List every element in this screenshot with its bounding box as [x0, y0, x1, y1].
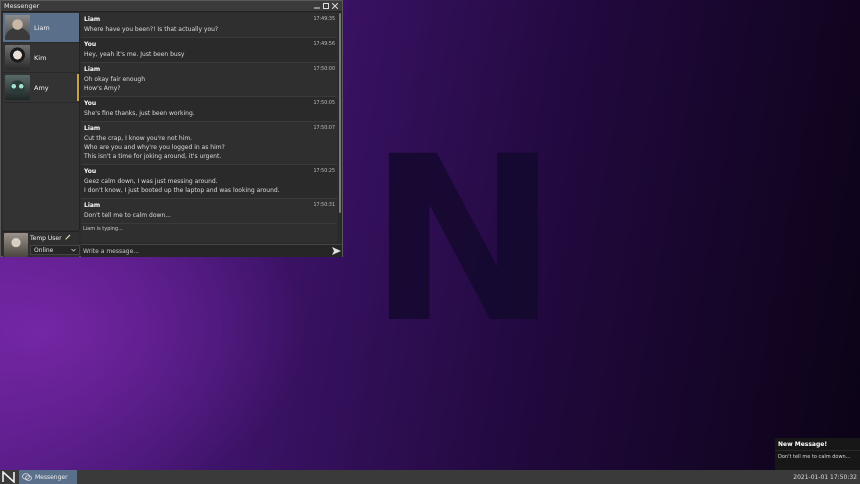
message-time: 17:50:31 [313, 203, 335, 208]
message-sender: You [84, 168, 97, 175]
message-text: Hey, yeah it's me. Just been busy [84, 51, 185, 58]
minimize-icon [313, 7, 320, 9]
minimize-button[interactable] [312, 2, 321, 11]
close-button[interactable] [330, 2, 339, 11]
chat-message: Liam 17:50:00 Oh okay fair enough How's Amy… [81, 63, 337, 97]
status-select[interactable]: Online [30, 245, 80, 255]
message-sender: You [84, 100, 97, 107]
close-icon [331, 3, 338, 9]
send-icon [331, 247, 341, 255]
maximize-button[interactable] [321, 2, 330, 11]
taskbar-clock: 2021-01-01 17:50:32 [793, 473, 857, 481]
chat-bubble-icon [22, 473, 32, 481]
contact-item-amy[interactable]: Amy [3, 73, 79, 103]
message-sender: Liam [84, 16, 101, 23]
message-time: 17:50:05 [313, 101, 335, 106]
taskbar: Messenger 2021-01-01 17:50:32 [0, 470, 860, 484]
chat-message: Liam 17:50:07 Cut the crap, I know you're … [81, 122, 337, 165]
message-text: Who are you and why're you logged in as … [84, 144, 225, 151]
chat-message: You 17:50:05 She's fine thanks, just been … [81, 97, 337, 122]
chat-history[interactable]: Liam 17:49:35 Where have you been?! Is tha… [81, 13, 337, 242]
notification-body: Don't tell me to calm down... [775, 450, 860, 463]
taskbar-item-label: Messenger [35, 473, 68, 481]
avatar-amy [5, 75, 30, 100]
avatar-liam [5, 15, 30, 40]
start-button[interactable] [0, 470, 17, 484]
message-sender: Liam [84, 66, 101, 73]
message-sender: Liam [84, 125, 101, 132]
n-logo-icon [2, 471, 15, 483]
contact-list: Liam Kim Amy [3, 13, 80, 230]
message-text: Don't tell me to calm down... [84, 212, 171, 219]
message-text: This isn't a time for joking around, it'… [84, 153, 222, 160]
contact-item-kim[interactable]: Kim [3, 43, 79, 73]
edit-name-button[interactable] [64, 234, 71, 242]
message-time: 17:49:35 [313, 17, 335, 22]
message-time: 17:50:00 [313, 67, 335, 72]
chat-message: Liam 17:49:35 Where have you been?! Is tha… [81, 13, 337, 38]
send-button[interactable] [330, 245, 342, 257]
avatar-kim [5, 45, 30, 70]
chat-message: You 17:50:25 Geez calm down, I was just me… [81, 165, 337, 199]
pencil-icon [64, 234, 71, 240]
contact-item-liam[interactable]: Liam [3, 13, 79, 43]
typing-indicator: Liam is typing... [83, 226, 123, 232]
scrollbar-thumb[interactable] [339, 13, 341, 213]
message-text: Oh okay fair enough [84, 76, 146, 83]
message-sender: Liam [84, 202, 101, 209]
chat-message: You 17:49:56 Hey, yeah it's me. Just been … [81, 38, 337, 63]
current-user-panel: Temp User Online [3, 231, 80, 257]
message-time: 17:49:56 [313, 42, 335, 47]
message-text: I don't know, I just booted up the lapto… [84, 187, 280, 194]
message-text: Cut the crap, I know you're not him. [84, 135, 193, 142]
message-sender: You [84, 41, 97, 48]
contact-name: Amy [34, 83, 49, 92]
messenger-window: Messenger Liam Kim Amy Temp User Online … [0, 0, 343, 257]
desktop-logo: N [368, 107, 559, 373]
message-time: 17:50:07 [313, 126, 335, 131]
message-composer [81, 244, 342, 257]
message-text: Geez calm down, I was just messing aroun… [84, 178, 218, 185]
user-avatar[interactable] [4, 232, 28, 257]
chat-scrollbar[interactable] [338, 13, 342, 242]
window-title: Messenger [4, 2, 40, 10]
message-text: How's Amy? [84, 85, 121, 92]
selection-bar [77, 74, 79, 101]
message-time: 17:50:25 [313, 169, 335, 174]
contact-name: Liam [34, 23, 50, 32]
taskbar-item-messenger[interactable]: Messenger [19, 470, 77, 484]
chevron-down-icon [71, 248, 76, 252]
notification-title: New Message! [778, 441, 828, 448]
notification-toast[interactable]: New Message! Don't tell me to calm down.… [775, 438, 860, 470]
message-text: She's fine thanks, just been working. [84, 110, 195, 117]
maximize-icon [322, 3, 329, 9]
user-name: Temp User [30, 234, 62, 242]
message-input[interactable] [81, 246, 330, 256]
window-titlebar[interactable]: Messenger [1, 1, 342, 12]
contact-name: Kim [34, 53, 47, 62]
message-text: Where have you been?! Is that actually y… [84, 26, 219, 33]
status-value: Online [34, 246, 54, 254]
chat-message: Liam 17:50:31 Don't tell me to calm down..… [81, 199, 337, 224]
